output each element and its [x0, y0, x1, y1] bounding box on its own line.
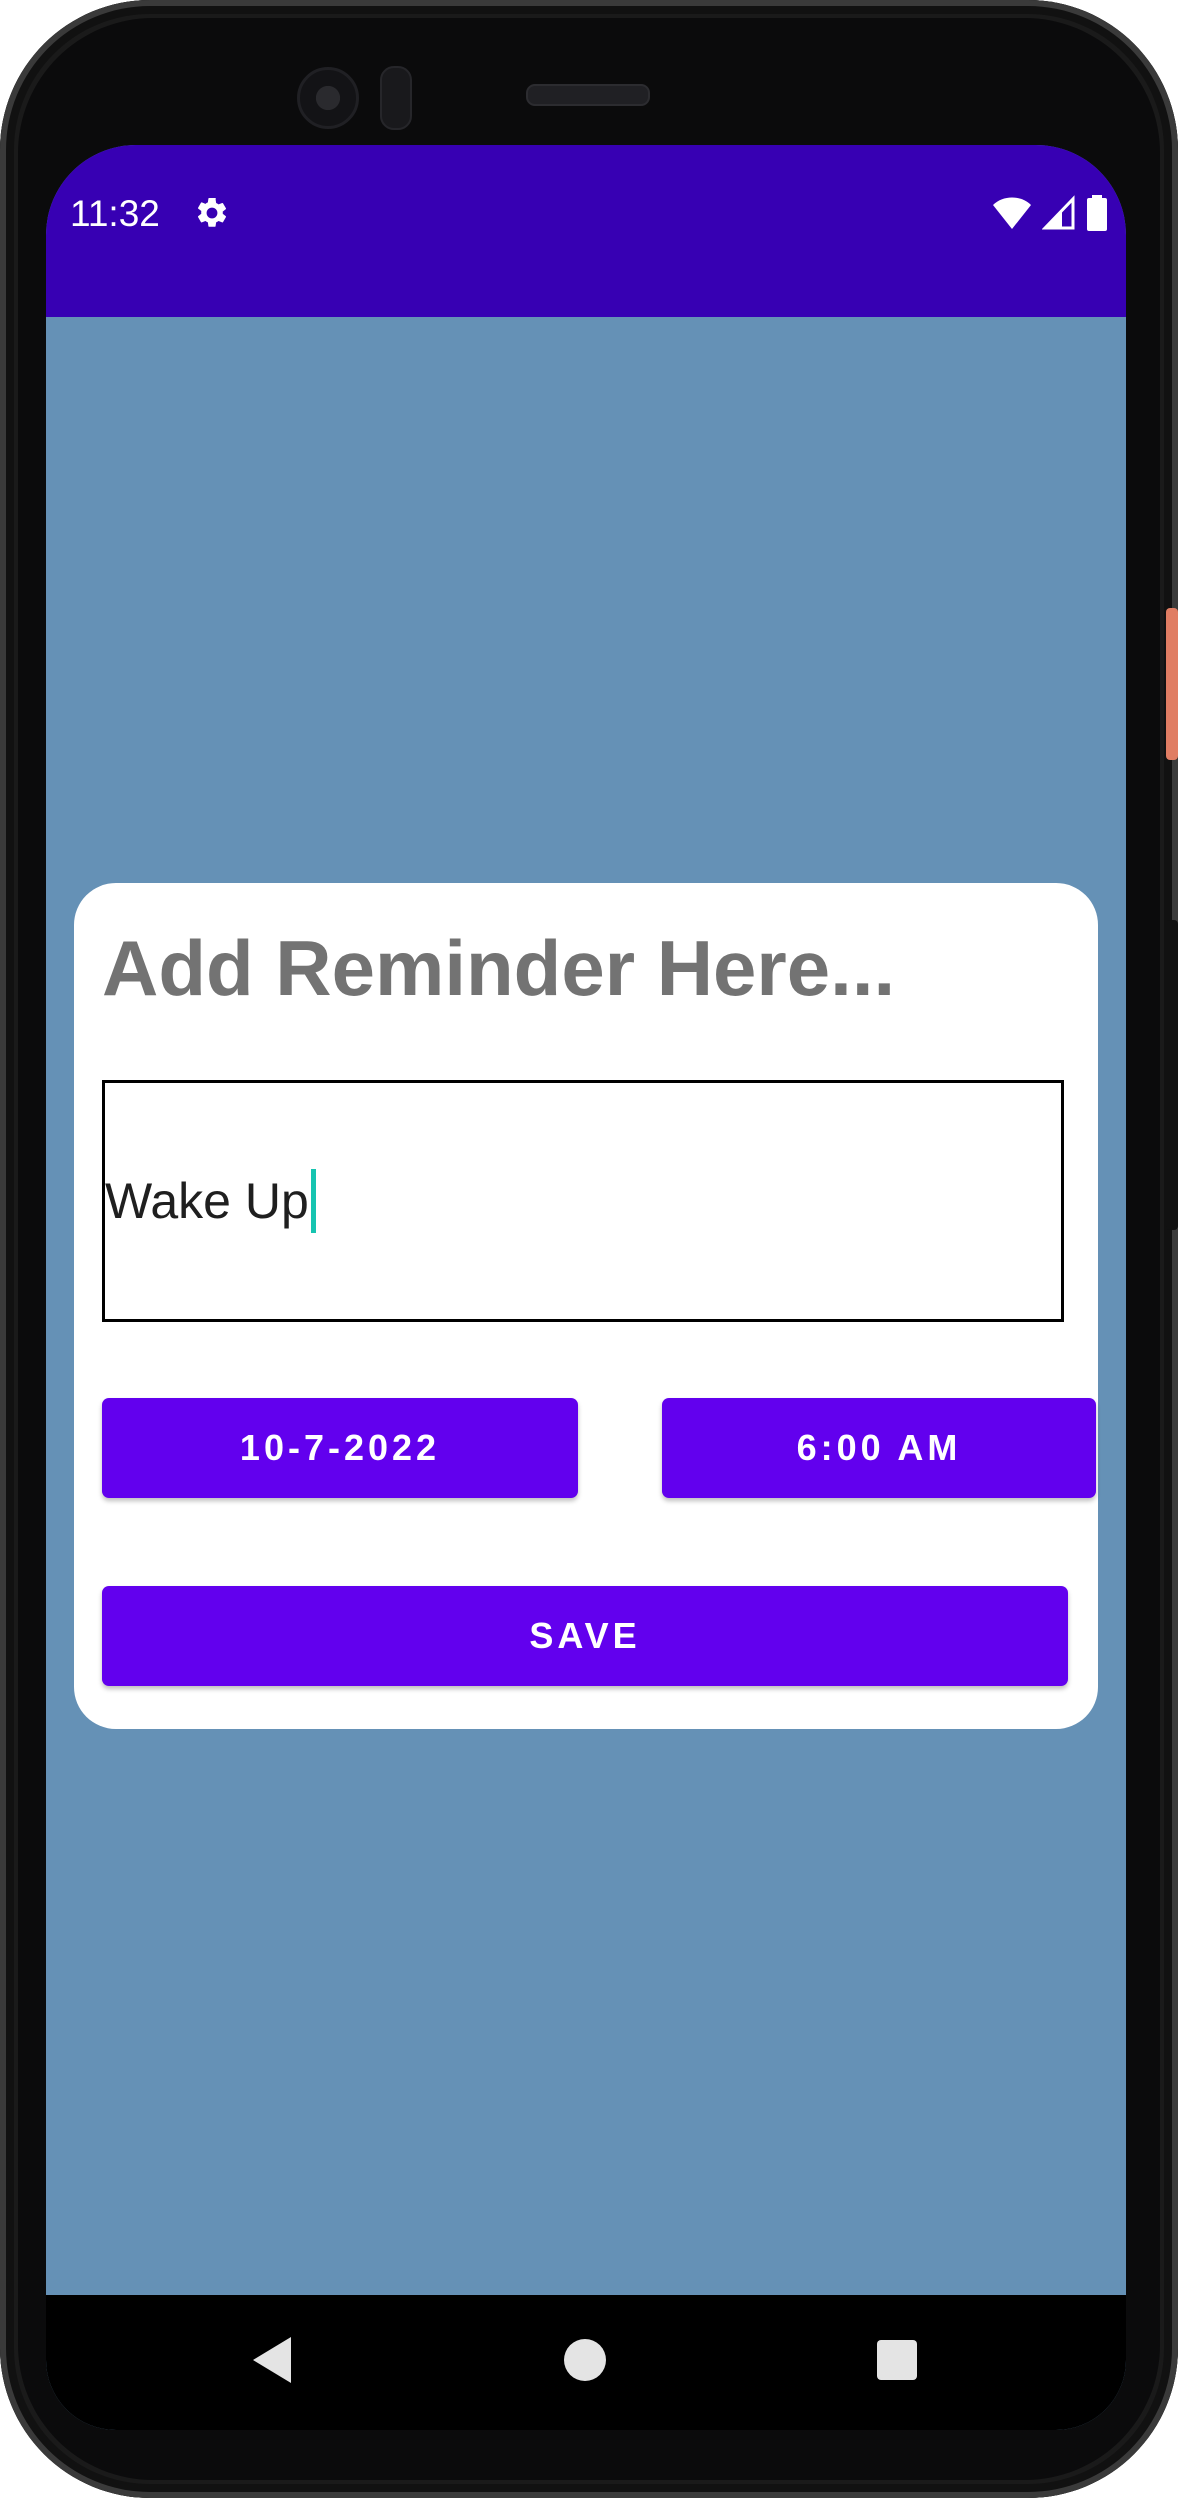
status-icons	[992, 195, 1108, 231]
reminder-input[interactable]: Wake Up	[102, 1080, 1064, 1322]
reminder-card: Add Reminder Here... Wake Up 10-7-2022 6…	[74, 883, 1098, 1729]
date-picker-button[interactable]: 10-7-2022	[102, 1398, 578, 1498]
time-picker-button[interactable]: 6:00 AM	[662, 1398, 1096, 1498]
back-icon[interactable]	[251, 2335, 295, 2385]
save-button[interactable]: SAVE	[102, 1586, 1068, 1686]
volume-button[interactable]	[1166, 920, 1178, 1230]
navigation-bar	[46, 2295, 1126, 2430]
earpiece-speaker	[526, 84, 650, 106]
front-camera	[297, 67, 359, 129]
reminder-input-value: Wake Up	[105, 1173, 309, 1229]
battery-icon	[1087, 195, 1107, 231]
status-bar: 11:32	[46, 145, 1126, 317]
power-button[interactable]	[1166, 608, 1178, 760]
reminder-title: Add Reminder Here...	[102, 924, 896, 1012]
cell-signal-icon	[1042, 195, 1075, 230]
phone-frame: 11:32 Add Reminder Here... Wake Up 10-7-…	[0, 0, 1178, 2498]
home-icon[interactable]	[564, 2339, 606, 2381]
wifi-icon	[993, 197, 1031, 229]
proximity-sensor	[380, 66, 412, 130]
recents-icon[interactable]	[877, 2340, 917, 2380]
text-caret	[310, 1169, 316, 1233]
screen: 11:32 Add Reminder Here... Wake Up 10-7-…	[46, 145, 1126, 2430]
gear-icon	[197, 197, 227, 227]
status-clock: 11:32	[70, 193, 160, 234]
